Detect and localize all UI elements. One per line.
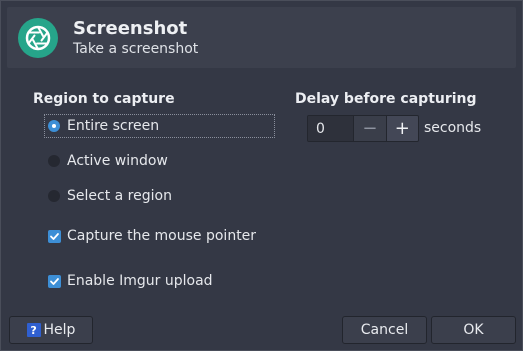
checkmark-icon — [50, 232, 59, 240]
screenshot-dialog: Screenshot Take a screenshot Region to c… — [0, 0, 523, 351]
cancel-button-label: Cancel — [360, 322, 409, 338]
cancel-button[interactable]: Cancel — [342, 316, 427, 344]
dialog-title: Screenshot — [73, 18, 188, 39]
radio-label: Select a region — [67, 188, 172, 204]
help-button[interactable]: ? Help — [9, 316, 93, 344]
radio-indicator[interactable] — [48, 155, 60, 167]
radio-indicator-checked[interactable] — [48, 120, 60, 132]
camera-shutter-icon — [18, 18, 58, 58]
ok-button[interactable]: OK — [431, 316, 516, 344]
checkbox-label: Enable Imgur upload — [67, 273, 213, 289]
radio-entire-screen[interactable]: Entire screen — [44, 114, 275, 138]
checkbox-indicator[interactable] — [48, 274, 61, 288]
delay-heading: Delay before capturing — [295, 91, 477, 107]
checkbox-label: Capture the mouse pointer — [67, 228, 257, 244]
checkmark-icon — [50, 277, 59, 285]
decrement-button[interactable]: − — [353, 116, 386, 141]
help-icon: ? — [26, 323, 41, 337]
radio-label: Entire screen — [67, 118, 160, 134]
radio-indicator[interactable] — [48, 190, 60, 202]
radio-label: Active window — [67, 153, 168, 169]
dialog-header: Screenshot Take a screenshot — [7, 7, 516, 68]
ok-button-label: OK — [463, 322, 484, 338]
radio-select-region[interactable]: Select a region — [45, 185, 172, 207]
dialog-subtitle: Take a screenshot — [73, 41, 199, 57]
radio-active-window[interactable]: Active window — [45, 150, 168, 172]
region-heading: Region to capture — [33, 91, 175, 107]
delay-value-input[interactable]: 0 — [308, 116, 354, 141]
help-button-label: Help — [43, 322, 76, 338]
checkbox-indicator[interactable] — [48, 229, 61, 243]
checkbox-capture-pointer[interactable]: Capture the mouse pointer — [45, 225, 256, 247]
checkbox-imgur-upload[interactable]: Enable Imgur upload — [45, 270, 213, 292]
increment-button[interactable]: + — [385, 116, 418, 141]
delay-spinbox[interactable]: 0 − + — [307, 115, 419, 142]
delay-unit-label: seconds — [424, 120, 482, 136]
